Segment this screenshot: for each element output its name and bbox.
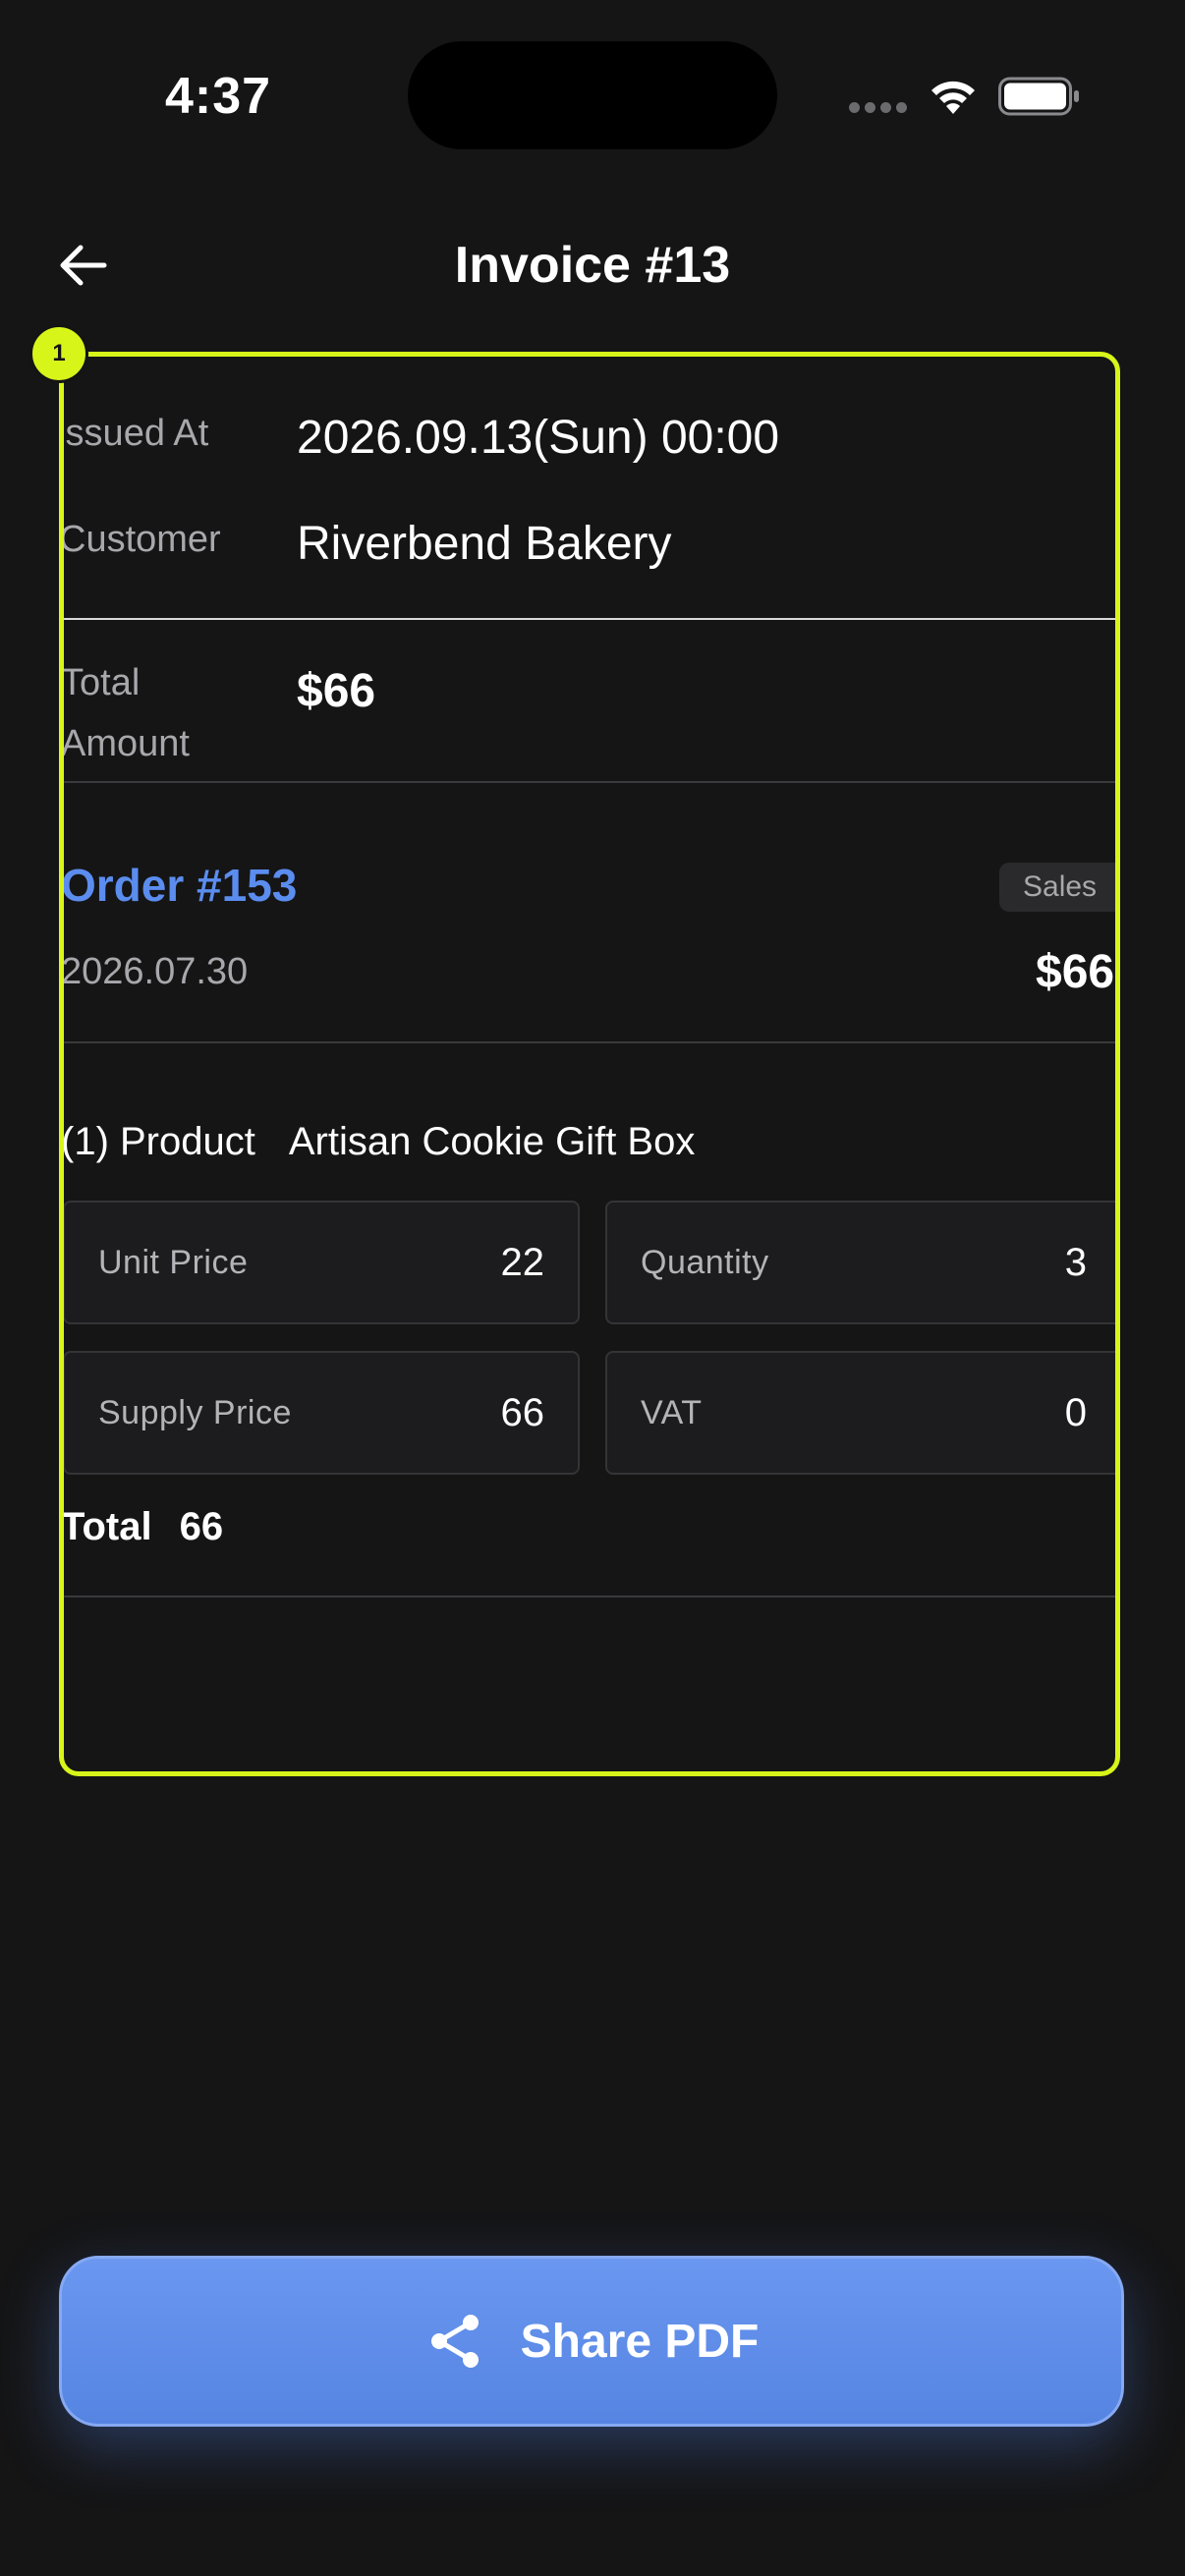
share-icon: [430, 2315, 479, 2368]
cellular-signal-icon: [849, 102, 908, 116]
status-time: 4:37: [165, 68, 272, 125]
share-pdf-label: Share PDF: [520, 2315, 760, 2368]
highlight-frame: [59, 352, 1120, 1776]
dynamic-island: [408, 41, 777, 149]
share-pdf-button[interactable]: Share PDF: [59, 2256, 1124, 2427]
highlight-badge: 1: [29, 324, 88, 383]
wifi-icon: [931, 81, 975, 114]
page-title: Invoice #13: [454, 237, 731, 294]
battery-icon: [998, 77, 1079, 116]
